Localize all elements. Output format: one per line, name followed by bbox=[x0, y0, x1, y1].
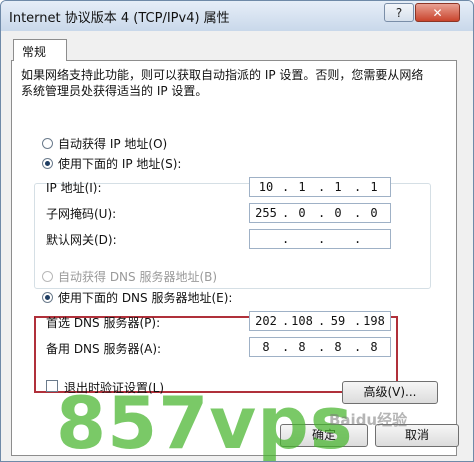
manual-ip-label: 使用下面的 IP 地址(S): bbox=[58, 155, 186, 172]
ip-octet: 10 bbox=[258, 180, 274, 194]
subnet-mask-input[interactable]: 255. 0. 0. 0 bbox=[249, 203, 391, 223]
ip-octet: 0 bbox=[334, 206, 342, 220]
ip-octet: 0 bbox=[298, 206, 306, 220]
ip-octet: 1 bbox=[334, 180, 342, 194]
description-text: 如果网络支持此功能，则可以获取自动指派的 IP 设置。否则，您需要从网络系统管理… bbox=[21, 68, 424, 98]
auto-ip-label: 自动获得 IP 地址(O) bbox=[58, 137, 168, 151]
manual-ip-radio[interactable] bbox=[42, 158, 53, 169]
ip-octet: 59 bbox=[330, 314, 346, 328]
dialog-window: Internet 协议版本 4 (TCP/IPv4) 属性 ? ✕ 常规 如果网… bbox=[0, 0, 474, 462]
ip-octet: 202 bbox=[255, 314, 277, 328]
help-button[interactable]: ? bbox=[384, 3, 414, 22]
preferred-dns-label: 首选 DNS 服务器(P): bbox=[46, 316, 161, 330]
ip-octet: 1 bbox=[370, 180, 378, 194]
ip-octet: 8 bbox=[298, 340, 306, 354]
tab-general[interactable]: 常规 bbox=[13, 39, 67, 61]
ip-octet: 255 bbox=[255, 206, 277, 220]
ip-octet: 8 bbox=[262, 340, 270, 354]
advanced-button[interactable]: 高级(V)... bbox=[342, 381, 438, 404]
subnet-mask-label: 子网掩码(U): bbox=[46, 207, 117, 221]
alternate-dns-input[interactable]: 8. 8. 8. 8 bbox=[249, 337, 391, 357]
alternate-dns-label: 备用 DNS 服务器(A): bbox=[46, 342, 162, 356]
ip-octet: 198 bbox=[363, 314, 385, 328]
ip-octet: 1 bbox=[298, 180, 306, 194]
manual-dns-label: 使用下面的 DNS 服务器地址(E): bbox=[58, 291, 233, 305]
gateway-input[interactable]: . . . bbox=[249, 229, 391, 249]
auto-dns-radio[interactable] bbox=[42, 271, 53, 282]
auto-ip-radio[interactable] bbox=[42, 138, 53, 149]
title-bar: Internet 协议版本 4 (TCP/IPv4) 属性 ? ✕ bbox=[1, 1, 473, 31]
close-button[interactable]: ✕ bbox=[415, 3, 460, 22]
window-title: Internet 协议版本 4 (TCP/IPv4) 属性 bbox=[9, 11, 230, 26]
manual-dns-radio[interactable] bbox=[42, 292, 53, 303]
watermark-text: 857vps bbox=[56, 381, 354, 462]
preferred-dns-input[interactable]: 202. 108. 59. 198 bbox=[249, 311, 391, 331]
ip-address-label: IP 地址(I): bbox=[46, 181, 102, 195]
ip-address-input[interactable]: 10. 1. 1. 1 bbox=[249, 177, 391, 197]
ip-octet: 8 bbox=[370, 340, 378, 354]
auto-dns-label: 自动获得 DNS 服务器地址(B) bbox=[58, 270, 218, 284]
gateway-label: 默认网关(D): bbox=[46, 233, 117, 247]
ip-octet: 108 bbox=[291, 314, 313, 328]
ip-octet: 0 bbox=[370, 206, 378, 220]
ip-octet: 8 bbox=[334, 340, 342, 354]
baidu-watermark: Baidu经验 bbox=[329, 411, 408, 429]
